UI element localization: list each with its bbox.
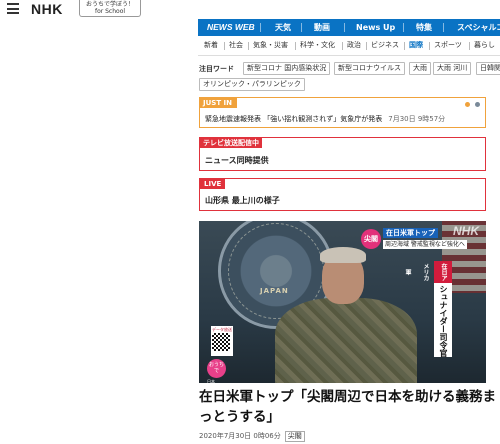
category-science-culture[interactable]: 科学・文化 <box>300 40 335 50</box>
menu-icon[interactable] <box>7 3 19 14</box>
article-video-thumbnail[interactable]: JAPAN NHK 尖閣 在日米軍トップ 周辺海域 警戒監視など強化へ 在日アメ… <box>199 221 486 383</box>
article-headline[interactable]: 在日米軍トップ「尖閣周辺で日本を助ける義務まっとうする」 <box>199 387 497 427</box>
caption-badge: 尖閣 <box>361 229 381 249</box>
qr-pattern <box>212 333 230 351</box>
pink-badge: おうち で <box>207 359 226 378</box>
nav-special[interactable]: スペシャルコ <box>457 19 500 36</box>
category-divider <box>342 42 343 50</box>
qr-label: データ放送 <box>212 327 232 332</box>
side-caption: 在日アメリカ軍 シュナイダー司令官 <box>404 261 452 357</box>
nav-news-web[interactable]: NEWS WEB <box>207 19 255 36</box>
person-hair <box>320 247 366 263</box>
for-school-button[interactable]: おうちで学ぼう！ for School <box>79 0 141 17</box>
category-living[interactable]: 暮らし <box>474 40 495 50</box>
category-nav: 新着 社会 気象・災害 科学・文化 政治 ビジネス 国際 スポーツ 暮らし <box>198 36 500 56</box>
category-divider <box>224 42 225 50</box>
nav-video[interactable]: 動画 <box>314 19 330 36</box>
category-business[interactable]: ビジネス <box>371 40 399 50</box>
nav-divider <box>301 23 302 32</box>
side-caption-label: 在日アメリカ軍 <box>404 261 452 283</box>
qr-code: データ放送 <box>211 326 233 356</box>
nav-divider <box>403 23 404 32</box>
category-divider <box>295 42 296 50</box>
category-society[interactable]: 社会 <box>229 40 243 50</box>
video-caption: 尖閣 在日米軍トップ 周辺海域 警戒監視など強化へ <box>361 227 474 258</box>
caption-line1: 在日米軍トップ <box>383 228 438 238</box>
category-divider <box>404 42 405 50</box>
tv-broadcast-text: ニュース同時提供 <box>205 156 269 165</box>
live-box[interactable]: LIVE 山形県 最上川の様子 <box>199 178 486 211</box>
category-sports[interactable]: スポーツ <box>434 40 462 50</box>
pink-badge-text: 日本 <box>207 379 215 383</box>
article-meta: 2020年7月30日 0時06分 尖閣 <box>199 431 305 442</box>
person-body <box>275 298 417 383</box>
nav-divider <box>344 23 345 32</box>
live-text: 山形県 最上川の様子 <box>205 196 280 205</box>
nav-divider <box>260 23 261 32</box>
carousel-dot[interactable] <box>475 102 480 107</box>
nhk-logo[interactable]: NHK <box>31 1 63 17</box>
category-weather-disaster[interactable]: 気象・災害 <box>253 40 288 50</box>
carousel-dot-active[interactable] <box>465 102 470 107</box>
category-divider <box>248 42 249 50</box>
trending-label: 注目ワード <box>199 65 234 73</box>
just-in-item[interactable]: 緊急地震速報発表 「強い揺れ観測されず」気象庁が発表 7月30日 9時57分 <box>205 114 445 124</box>
category-divider <box>469 42 470 50</box>
category-international[interactable]: 国際 <box>409 40 423 50</box>
category-divider <box>429 42 430 50</box>
caption-line2: 周辺海域 警戒監視など強化へ <box>383 240 467 249</box>
nav-feature[interactable]: 特集 <box>416 19 432 36</box>
nav-divider <box>443 23 444 32</box>
trending-tag[interactable]: 日韓関 <box>476 62 500 75</box>
category-new[interactable]: 新着 <box>204 40 218 50</box>
trending-tag[interactable]: 大雨 <box>409 62 431 75</box>
main-nav: NEWS WEB 天気 動画 News Up 特集 スペシャルコ <box>198 19 500 36</box>
side-caption-name: シュナイダー司令官 <box>439 285 448 357</box>
just-in-text: 緊急地震速報発表 「強い揺れ観測されず」気象庁が発表 <box>205 115 383 123</box>
tv-broadcast-box[interactable]: テレビ放送配信中 ニュース同時提供 <box>199 137 486 171</box>
article-date: 2020年7月30日 0時06分 <box>199 432 281 440</box>
live-header: LIVE <box>200 179 226 189</box>
school-line1: おうちで学ぼう！ <box>85 1 134 8</box>
just-in-box[interactable]: JUST IN 緊急地震速報発表 「強い揺れ観測されず」気象庁が発表 7月30日 … <box>199 97 486 128</box>
top-bar: NHK おうちで学ぼう！ for School <box>0 0 500 19</box>
tv-broadcast-header: テレビ放送配信中 <box>200 138 262 148</box>
trending-tag[interactable]: 新型コロナ 国内感染状況 <box>243 62 331 75</box>
just-in-header: JUST IN <box>200 98 237 108</box>
category-politics[interactable]: 政治 <box>347 40 361 50</box>
just-in-time: 7月30日 9時57分 <box>388 115 446 123</box>
seal-text: JAPAN <box>260 287 289 295</box>
nav-news-up[interactable]: News Up <box>356 19 395 36</box>
category-divider <box>366 42 367 50</box>
trending-tag[interactable]: 新型コロナウイルス <box>334 62 405 75</box>
article-tag[interactable]: 尖閣 <box>284 431 305 442</box>
school-line2: for School <box>94 8 126 15</box>
nav-weather[interactable]: 天気 <box>275 19 291 36</box>
trending-tag[interactable]: オリンピック・パラリンピック <box>199 78 305 91</box>
trending-tag[interactable]: 大雨 河川 <box>433 62 472 75</box>
